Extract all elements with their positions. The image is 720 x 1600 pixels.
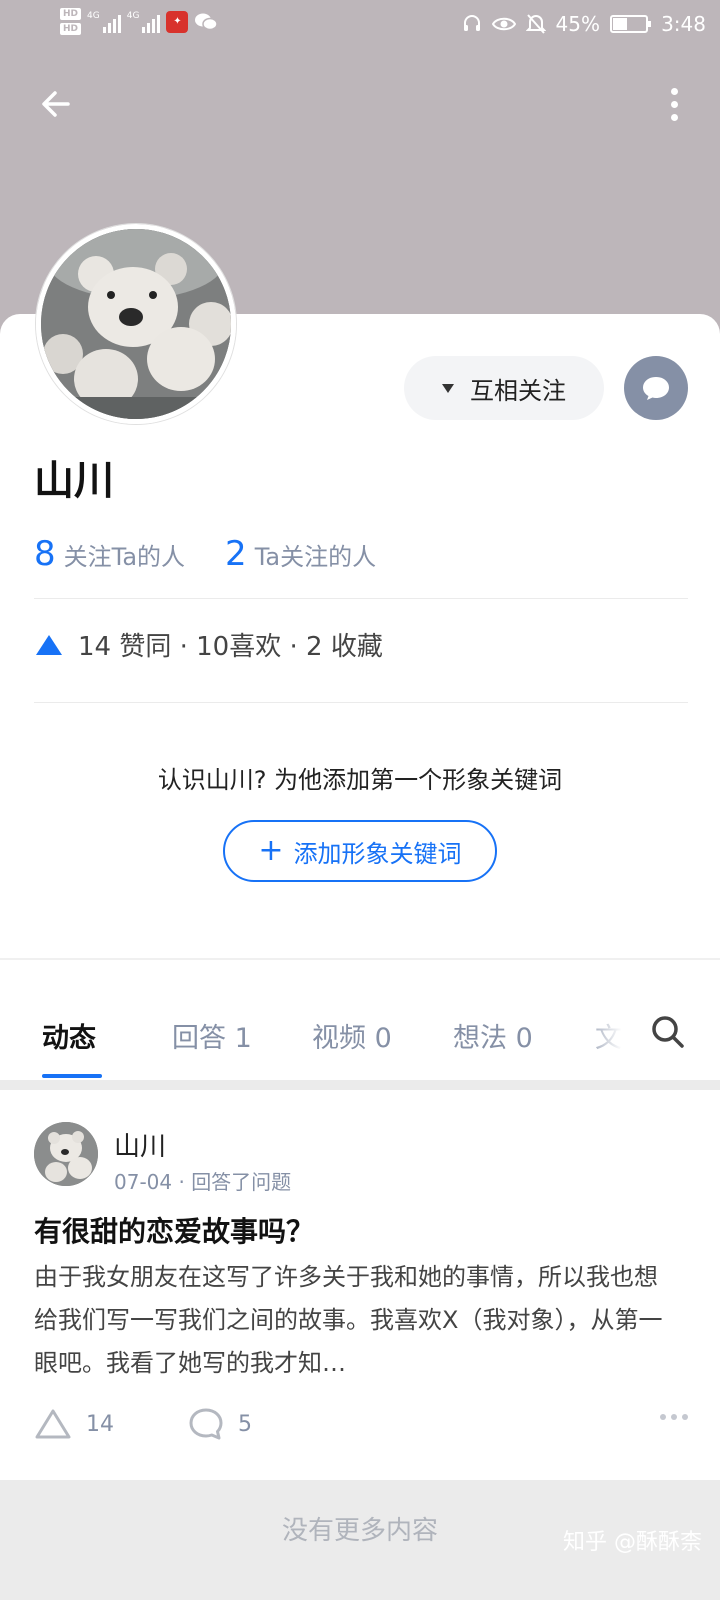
tab-thoughts[interactable]: 想法 0 (453, 1016, 533, 1055)
tab-answers[interactable]: 回答 1 (172, 1016, 252, 1055)
upvote-triangle-icon (36, 634, 62, 655)
follow-stats: 8 关注Ta的人 2 Ta关注的人 (34, 534, 376, 574)
signal-icon: 4G (87, 11, 121, 33)
battery-icon (610, 15, 651, 33)
app-notification-icon: ✦ (166, 10, 189, 33)
tab-videos[interactable]: 视频 0 (312, 1016, 392, 1055)
clock: 3:48 (661, 12, 706, 36)
feed-author-name[interactable]: 山川 (114, 1126, 166, 1163)
arrow-left-icon (42, 91, 70, 117)
avatar[interactable] (34, 1122, 98, 1186)
mutual-follow-button[interactable]: 互相关注 (404, 356, 604, 420)
upvote-count: 14 (86, 1411, 114, 1437)
comment-button[interactable]: 5 (188, 1407, 252, 1441)
eye-icon (491, 17, 516, 31)
teddy-bear-avatar-image (41, 229, 231, 419)
more-vertical-icon-dot (670, 100, 678, 108)
network-type-label: 4G (126, 10, 140, 21)
hd-badges: HD HD (60, 8, 82, 35)
feed-item[interactable]: 山川 07-04 · 回答了问题 有很甜的恋爱故事吗？ 由于我女朋友在这写了许多… (0, 1090, 720, 1480)
hd-badge: HD (60, 23, 82, 35)
message-button[interactable] (624, 356, 688, 420)
following-stat[interactable]: 2 Ta关注的人 (225, 534, 376, 574)
feed-gap (0, 1080, 720, 1090)
bell-off-icon (525, 14, 546, 34)
back-button[interactable] (34, 82, 78, 126)
feed-actions: 14 5 (34, 1404, 688, 1444)
profile-name: 山川 (34, 458, 114, 504)
status-bar: HD HD 4G 4G ✦ 45% 3:48 (0, 0, 720, 52)
followers-count: 8 (34, 534, 56, 574)
followers-stat[interactable]: 8 关注Ta的人 (34, 534, 185, 574)
chat-bubble-icon (643, 377, 669, 400)
teddy-bear-avatar-image (34, 1122, 98, 1186)
more-vertical-icon-dot (670, 113, 678, 121)
tabs-fade-overlay (580, 1000, 640, 1070)
signal-icon: 4G (127, 11, 161, 33)
follow-button-label: 互相关注 (470, 376, 566, 405)
add-keyword-button[interactable]: + 添加形象关键词 (223, 820, 497, 882)
profile-tabs: 动态 回答 1 视频 0 想法 0 文 (0, 960, 720, 1080)
achievements-text: 14 赞同 · 10喜欢 · 2 收藏 (78, 632, 383, 662)
network-type-label: 4G (87, 10, 100, 21)
headphones-icon (463, 15, 480, 31)
watermark: 知乎 @酥酥柰 (563, 1530, 702, 1555)
more-horizontal-icon[interactable] (660, 1414, 688, 1420)
avatar[interactable] (36, 224, 236, 424)
feed-meta: 07-04 · 回答了问题 (114, 1170, 292, 1194)
wechat-icon (195, 13, 219, 30)
upvote-outline-icon (35, 1409, 71, 1439)
achievements-row[interactable]: 14 赞同 · 10喜欢 · 2 收藏 (34, 626, 383, 663)
comment-bubble-icon (189, 1408, 223, 1440)
followers-label: 关注Ta的人 (63, 543, 186, 571)
hd-badge: HD (60, 8, 82, 20)
active-tab-indicator (42, 1074, 102, 1078)
more-vertical-icon-dot (670, 87, 678, 95)
tab-activity[interactable]: 动态 (42, 1016, 96, 1055)
more-options-button[interactable] (664, 82, 684, 126)
following-count: 2 (225, 534, 247, 574)
feed-footer: 没有更多内容 知乎 @酥酥柰 (0, 1480, 720, 1600)
status-left: HD HD 4G 4G ✦ (60, 8, 219, 35)
divider (34, 598, 688, 599)
feed-question-title[interactable]: 有很甜的恋爱故事吗？ (34, 1210, 314, 1250)
comment-count: 5 (238, 1411, 252, 1437)
plus-icon: + (258, 833, 284, 868)
search-icon[interactable] (650, 1014, 686, 1050)
divider (34, 702, 688, 703)
feed-excerpt[interactable]: 由于我女朋友在这写了许多关于我和她的事情，所以我也想给我们写一写我们之间的故事。… (34, 1256, 666, 1385)
add-keyword-label: 添加形象关键词 (293, 839, 462, 868)
following-label: Ta关注的人 (254, 543, 377, 571)
status-right: 45% (462, 12, 651, 36)
dropdown-triangle-icon (442, 383, 454, 393)
upvote-button[interactable]: 14 (34, 1408, 114, 1440)
keyword-prompt: 认识山川? 为他添加第一个形象关键词 (157, 766, 563, 794)
battery-percent: 45% (555, 12, 600, 36)
